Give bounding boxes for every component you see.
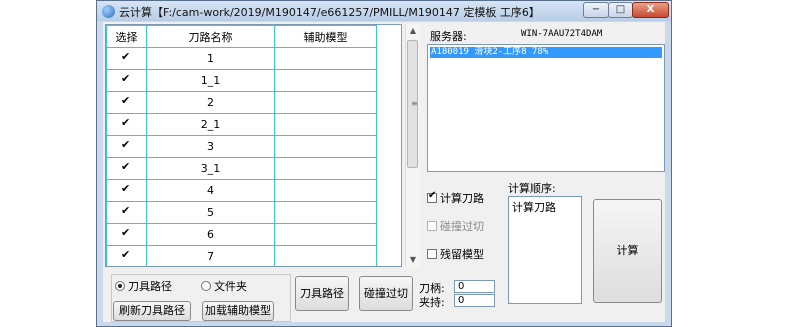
radio-selected-icon: [115, 281, 125, 291]
row-checkbox[interactable]: [121, 72, 131, 85]
table-row[interactable]: 3: [106, 135, 377, 158]
toolpath-name-cell: 3_1: [146, 157, 275, 180]
main-window: 云计算【F:/cam-work/2019/M190147/e661257/PMI…: [96, 0, 672, 327]
checkbox-checked-icon: [427, 190, 437, 203]
list-item[interactable]: 计算刀路: [512, 199, 578, 215]
aux-model-cell[interactable]: [274, 113, 377, 136]
row-checkbox[interactable]: [121, 94, 131, 107]
aux-model-cell[interactable]: [274, 69, 377, 92]
radio-folder[interactable]: 文件夹: [201, 278, 247, 294]
toolpath-table: 选择 刀路名称 辅助模型 1 1_1 2 2_1 3 3_1 4 5 6 7: [105, 24, 402, 267]
row-checkbox[interactable]: [121, 116, 131, 129]
toolpath-name-cell: 5: [146, 201, 275, 224]
row-checkbox[interactable]: [121, 182, 131, 195]
row-checkbox[interactable]: [121, 160, 131, 173]
radio-tool-path-label: 刀具路径: [128, 280, 172, 293]
chuck-input[interactable]: 0: [454, 294, 495, 307]
calc-toolpath-label: 计算刀路: [440, 192, 484, 205]
close-button[interactable]: X: [632, 2, 669, 18]
checkbox-icon: [427, 221, 437, 231]
maximize-button[interactable]: □: [608, 2, 633, 18]
column-header-aux-model[interactable]: 辅助模型: [274, 25, 377, 48]
aux-model-cell[interactable]: [274, 157, 377, 180]
server-name: WIN-7AAU72T4DAM: [521, 29, 603, 39]
radio-tool-path[interactable]: 刀具路径: [115, 278, 172, 294]
chuck-label: 夹持:: [419, 296, 445, 309]
row-checkbox[interactable]: [121, 50, 131, 63]
holder-input[interactable]: 0: [454, 280, 495, 293]
toolpath-name-cell: 2_1: [146, 113, 275, 136]
minimize-button[interactable]: −: [583, 2, 609, 18]
calc-toolpath-checkbox[interactable]: 计算刀路: [427, 190, 484, 206]
row-checkbox[interactable]: [121, 138, 131, 151]
aux-model-cell[interactable]: [274, 91, 377, 114]
aux-model-cell[interactable]: [274, 245, 377, 266]
toolpath-name-cell: 4: [146, 179, 275, 202]
radio-folder-label: 文件夹: [214, 280, 247, 293]
table-row[interactable]: 3_1: [106, 157, 377, 180]
toolpath-name-cell: 1: [146, 47, 275, 70]
scroll-down-icon[interactable]: ▼: [406, 253, 420, 267]
table-row[interactable]: 7: [106, 245, 377, 266]
toolpath-name-cell: 2: [146, 91, 275, 114]
residual-model-label: 残留模型: [440, 248, 484, 261]
row-checkbox[interactable]: [121, 204, 131, 217]
toolpath-name-cell: 7: [146, 245, 275, 266]
collision-cut-button[interactable]: 碰撞过切: [359, 276, 413, 311]
tool-path-button[interactable]: 刀具路径: [295, 276, 349, 311]
scroll-up-icon[interactable]: ▲: [406, 24, 420, 38]
scroll-thumb[interactable]: ≡: [407, 40, 418, 168]
grip-icon: ≡: [411, 99, 418, 108]
client-area: 选择 刀路名称 辅助模型 1 1_1 2 2_1 3 3_1 4 5 6 7: [103, 22, 665, 322]
table-row[interactable]: 2_1: [106, 113, 377, 136]
table-row[interactable]: 5: [106, 201, 377, 224]
table-row[interactable]: 1_1: [106, 69, 377, 92]
row-checkbox[interactable]: [121, 248, 131, 261]
refresh-toolpaths-button[interactable]: 刷新刀具路径: [113, 301, 191, 321]
title-bar[interactable]: 云计算【F:/cam-work/2019/M190147/e661257/PMI…: [97, 1, 671, 21]
app-icon: [102, 5, 115, 18]
column-header-select[interactable]: 选择: [106, 25, 147, 48]
column-header-toolpath-name[interactable]: 刀路名称: [146, 25, 275, 48]
aux-model-cell[interactable]: [274, 223, 377, 246]
residual-model-checkbox[interactable]: 残留模型: [427, 246, 484, 262]
checkbox-icon: [427, 249, 437, 259]
row-checkbox[interactable]: [121, 226, 131, 239]
server-task-item[interactable]: A180019 滑块2-工序8 78%: [430, 47, 662, 58]
window-title: 云计算【F:/cam-work/2019/M190147/e661257/PMI…: [119, 6, 540, 19]
calc-order-list[interactable]: 计算刀路: [508, 196, 582, 304]
server-task-list[interactable]: A180019 滑块2-工序8 78%: [427, 44, 665, 172]
aux-model-cell[interactable]: [274, 135, 377, 158]
table-scrollbar[interactable]: ▲ ≡ ▼: [405, 24, 420, 267]
aux-model-cell[interactable]: [274, 47, 377, 70]
calc-order-label: 计算顺序:: [508, 182, 556, 195]
table-row[interactable]: 2: [106, 91, 377, 114]
radio-icon: [201, 281, 211, 291]
aux-model-cell[interactable]: [274, 201, 377, 224]
table-row[interactable]: 4: [106, 179, 377, 202]
toolpath-name-cell: 1_1: [146, 69, 275, 92]
toolpath-name-cell: 6: [146, 223, 275, 246]
toolpath-name-cell: 3: [146, 135, 275, 158]
table-row[interactable]: 6: [106, 223, 377, 246]
calc-button[interactable]: 计算: [593, 199, 662, 303]
load-aux-model-button[interactable]: 加载辅助模型: [202, 301, 274, 321]
aux-model-cell[interactable]: [274, 179, 377, 202]
collision-cut-label: 碰撞过切: [440, 220, 484, 233]
server-label: 服务器:: [430, 30, 467, 43]
table-row[interactable]: 1: [106, 47, 377, 70]
collision-cut-checkbox[interactable]: 碰撞过切: [427, 218, 484, 234]
